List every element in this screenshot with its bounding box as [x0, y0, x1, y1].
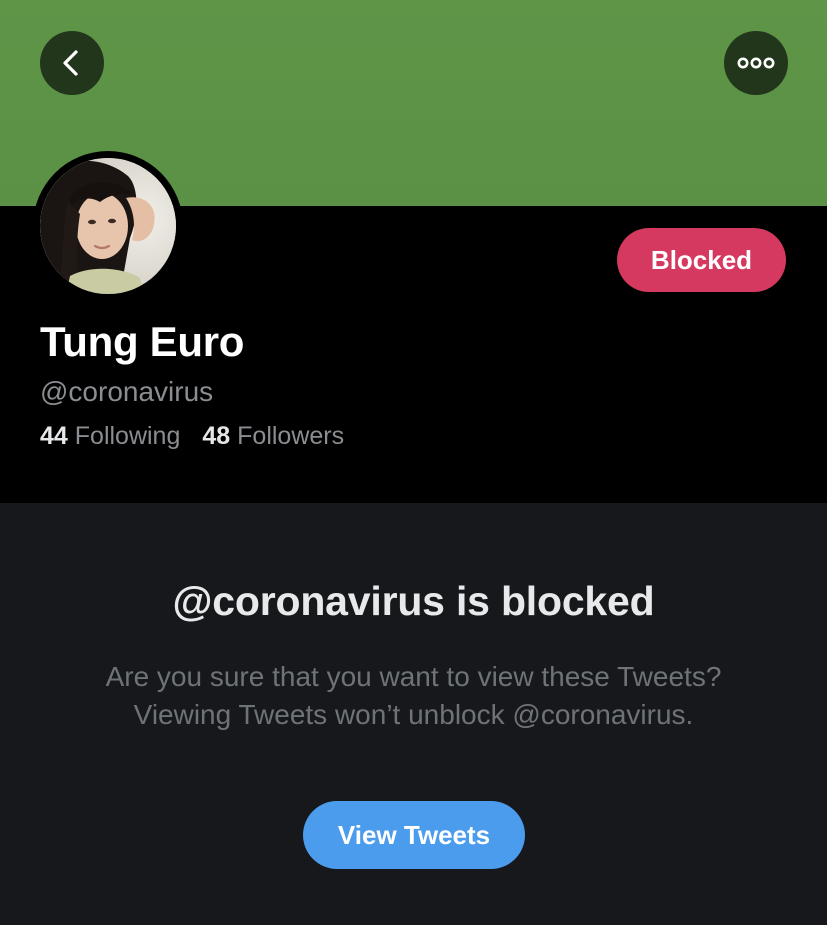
avatar[interactable] — [33, 151, 183, 301]
view-tweets-button[interactable]: View Tweets — [303, 801, 525, 869]
display-name: Tung Euro — [40, 318, 245, 365]
following-count: 44 — [40, 422, 68, 450]
more-options-button[interactable] — [724, 31, 788, 95]
blocked-button[interactable]: Blocked — [617, 228, 786, 292]
back-button[interactable] — [40, 31, 104, 95]
followers-label: Followers — [237, 422, 345, 450]
followers-count: 48 — [202, 422, 231, 450]
following-label: Following — [74, 422, 181, 450]
profile-handle: @coronavirus — [40, 376, 214, 407]
ellipsis-icon — [737, 57, 775, 69]
blocked-notice-message: Are you sure that you want to view these… — [105, 661, 722, 730]
blocked-notice-title: @coronavirus is blocked — [172, 578, 655, 624]
following-stat[interactable]: 44 Following — [40, 422, 180, 451]
chevron-left-icon — [63, 50, 78, 76]
followers-stat[interactable]: 48 Followers — [202, 422, 344, 451]
profile-stats: 44 Following 48 Followers — [40, 422, 344, 451]
avatar-image — [40, 158, 176, 294]
